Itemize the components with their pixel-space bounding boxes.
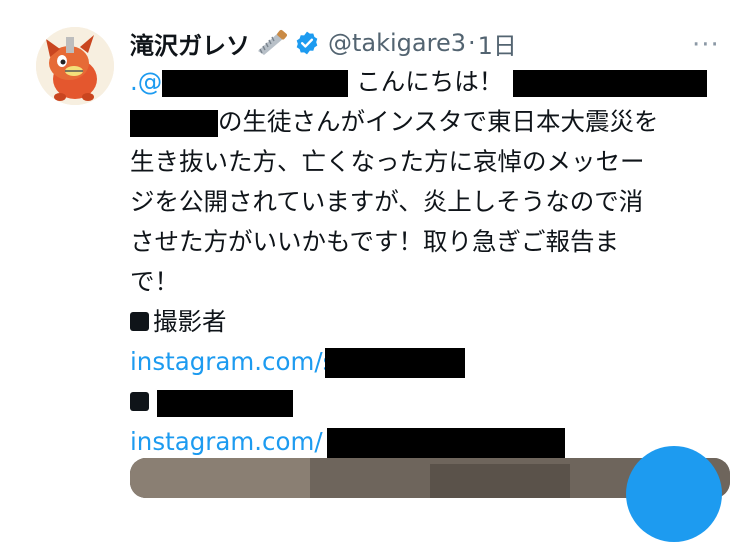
body-line-2: の生徒さんがインスタで東日本大震災を — [218, 107, 659, 136]
redacted-mention — [162, 69, 349, 97]
compose-tweet-button[interactable] — [626, 446, 722, 542]
redacted-link — [326, 428, 565, 458]
redacted-label — [157, 389, 293, 417]
tweet-line-1: .@ こんにちは！ — [130, 62, 730, 102]
greeting-text: こんにちは！ — [356, 67, 504, 96]
black-square-icon — [130, 312, 149, 331]
tweet-card[interactable]: 滝沢ガレソ @takigare3 · 1日 ··· .@ こんにちは！ の生徒さん… — [0, 0, 751, 542]
tweet-line-6: で！ — [130, 267, 179, 296]
link-line-2: instagram.com/ — [130, 422, 730, 462]
instagram-link-2[interactable]: instagram.com/ — [130, 427, 323, 456]
tweet-line-4: ジを公開されていますが、炎上しそうなので消 — [130, 187, 644, 216]
saw-emoji-icon — [254, 29, 288, 57]
tweet-timestamp[interactable]: 1日 — [478, 26, 517, 61]
redacted-text — [130, 109, 218, 137]
instagram-link-1[interactable]: instagram.com/s — [130, 347, 335, 376]
tweet-header: 滝沢ガレソ @takigare3 · 1日 — [130, 26, 517, 60]
redacted-link — [325, 348, 466, 378]
avatar[interactable] — [36, 27, 114, 105]
tweet-line-2: の生徒さんがインスタで東日本大震災を — [130, 102, 730, 142]
dot-separator: · — [468, 29, 476, 57]
tweet-line-3: 生き抜いた方、亡くなった方に哀悼のメッセー — [130, 147, 645, 176]
photographer-line: 撮影者 — [130, 302, 730, 342]
verified-badge-icon — [294, 30, 320, 56]
link-line-1: instagram.com/s — [130, 342, 730, 382]
tweet-line-5: させた方がいいかもです！取り急ぎご報告ま — [130, 227, 620, 256]
author-handle[interactable]: @takigare3 — [328, 29, 466, 57]
mention-prefix[interactable]: .@ — [130, 67, 162, 96]
photographer-label: 撮影者 — [153, 307, 227, 336]
redacted-text — [513, 69, 708, 97]
tweet-text: .@ こんにちは！ の生徒さんがインスタで東日本大震災を 生き抜いた方、亡くなった… — [130, 62, 730, 462]
black-square-icon — [130, 392, 149, 411]
more-options-icon[interactable]: ··· — [692, 30, 720, 60]
bullet-line-2 — [130, 382, 730, 422]
author-name[interactable]: 滝沢ガレソ — [130, 26, 250, 61]
chainsaw-dog-avatar-icon — [36, 27, 114, 105]
